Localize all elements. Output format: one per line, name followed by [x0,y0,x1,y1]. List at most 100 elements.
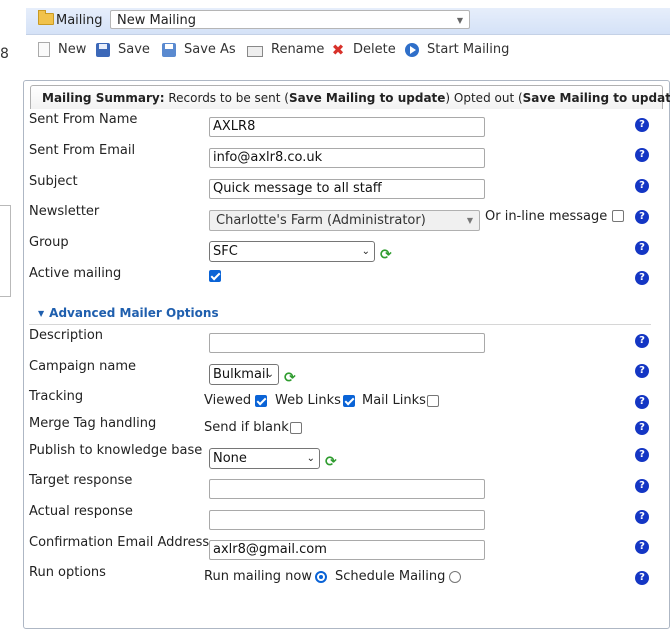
left-panel-fragment: 8 [0,46,9,62]
send-if-blank-checkbox[interactable] [290,422,302,434]
refresh-icon[interactable]: ⟳ [380,248,394,262]
delete-x-icon: ✖ [331,40,345,59]
start-mailing-button[interactable]: Start Mailing [405,42,509,57]
help-icon[interactable]: ? [635,479,649,493]
mail-links-label: Mail Links [362,393,426,408]
help-icon[interactable]: ? [635,540,649,554]
confirmation-email-label: Confirmation Email Address [29,535,210,550]
left-panel-box [0,205,11,297]
mailing-summary: Mailing Summary: Records to be sent (Sav… [30,85,670,109]
actual-response-input[interactable] [209,510,485,530]
floppy-disk-icon [96,42,110,57]
target-response-label: Target response [29,473,133,488]
group-select-value: SFC [213,244,238,259]
summary-opted-value: Save Mailing to update [522,91,670,105]
delete-button[interactable]: ✖ Delete [331,42,396,57]
rename-icon [247,45,263,57]
sent-from-email-input[interactable]: info@axlr8.co.uk [209,148,485,168]
folder-icon [38,10,54,25]
schedule-mailing-radio[interactable] [449,571,461,583]
tracking-label: Tracking [29,389,84,404]
chevron-down-icon: ▼ [456,16,463,25]
description-input[interactable] [209,333,485,353]
sent-from-email-label: Sent From Email [29,143,136,158]
subject-label: Subject [29,174,78,189]
summary-records-text: Records to be sent ( [164,91,289,105]
help-icon[interactable]: ? [635,148,649,162]
chevron-down-icon: ⌄ [361,246,370,257]
new-document-icon [38,42,50,57]
chevron-down-icon: ⌄ [265,369,274,380]
inline-message-label: Or in-line message [485,209,608,224]
help-icon[interactable]: ? [635,421,649,435]
help-icon[interactable]: ? [635,118,649,132]
publish-kb-select[interactable]: None ⌄ [209,448,320,469]
refresh-icon[interactable]: ⟳ [325,455,339,469]
campaign-name-select[interactable]: Bulkmail ⌄ [209,364,279,385]
publish-kb-value: None [213,451,247,466]
target-response-input[interactable] [209,479,485,499]
help-icon[interactable]: ? [635,395,649,409]
mailing-label: Mailing [56,13,103,28]
save-as-label: Save As [184,42,236,57]
advanced-options-label: Advanced Mailer Options [49,306,219,320]
help-icon[interactable]: ? [635,210,649,224]
subject-input[interactable]: Quick message to all staff [209,179,485,199]
mail-links-checkbox[interactable] [427,395,439,407]
mailing-select-value: New Mailing [117,13,196,28]
sent-from-name-label: Sent From Name [29,112,138,127]
web-links-label: Web Links [275,393,341,408]
newsletter-select-value: Charlotte's Farm (Administrator) [216,213,426,228]
inline-message-checkbox[interactable] [612,210,624,222]
new-label: New [58,42,87,57]
new-button[interactable]: New [38,42,86,57]
mailing-select[interactable]: New Mailing ▼ [110,10,470,29]
help-icon[interactable]: ? [635,364,649,378]
web-links-checkbox[interactable] [343,395,355,407]
advanced-options-toggle[interactable]: ▼ Advanced Mailer Options [38,306,219,320]
rename-label: Rename [271,42,325,57]
save-as-button[interactable]: Save As [162,42,236,57]
confirmation-email-input[interactable]: axlr8@gmail.com [209,540,485,560]
help-icon[interactable]: ? [635,179,649,193]
merge-tag-label: Merge Tag handling [29,416,157,431]
run-now-label: Run mailing now [204,569,312,584]
caret-down-icon: ▼ [38,309,45,318]
active-mailing-checkbox[interactable] [209,270,221,282]
save-label: Save [118,42,150,57]
toolbar: New Save Save As Rename ✖ Delete Start M… [26,38,670,66]
help-icon[interactable]: ? [635,448,649,462]
summary-records-value: Save Mailing to update [289,91,446,105]
group-select[interactable]: SFC ⌄ [209,241,375,262]
campaign-name-value: Bulkmail [213,367,270,382]
campaign-name-label: Campaign name [29,359,137,374]
help-icon[interactable]: ? [635,571,649,585]
sent-from-name-input[interactable]: AXLR8 [209,117,485,137]
chevron-down-icon: ⌄ [306,453,315,464]
description-label: Description [29,328,104,343]
group-label: Group [29,235,69,250]
help-icon[interactable]: ? [635,241,649,255]
schedule-mailing-label: Schedule Mailing [335,569,446,584]
publish-kb-label: Publish to knowledge base [29,443,203,458]
rename-button[interactable]: Rename [247,42,324,57]
actual-response-label: Actual response [29,504,133,519]
chevron-down-icon: ▼ [466,216,473,225]
run-now-radio[interactable] [315,571,327,583]
help-icon[interactable]: ? [635,271,649,285]
viewed-checkbox[interactable] [255,395,267,407]
newsletter-label: Newsletter [29,204,100,219]
start-mailing-label: Start Mailing [427,42,510,57]
active-mailing-label: Active mailing [29,266,122,281]
viewed-label: Viewed [204,393,252,408]
mailing-title-bar: Mailing New Mailing ▼ [26,8,670,35]
summary-opted-text: ) Opted out ( [445,91,523,105]
divider [29,324,651,325]
save-button[interactable]: Save [96,42,150,57]
save-as-icon [162,42,176,57]
summary-prefix: Mailing Summary: [42,91,165,105]
help-icon[interactable]: ? [635,510,649,524]
refresh-icon[interactable]: ⟳ [284,371,298,385]
newsletter-select[interactable]: Charlotte's Farm (Administrator) ▼ [209,210,480,231]
help-icon[interactable]: ? [635,334,649,348]
